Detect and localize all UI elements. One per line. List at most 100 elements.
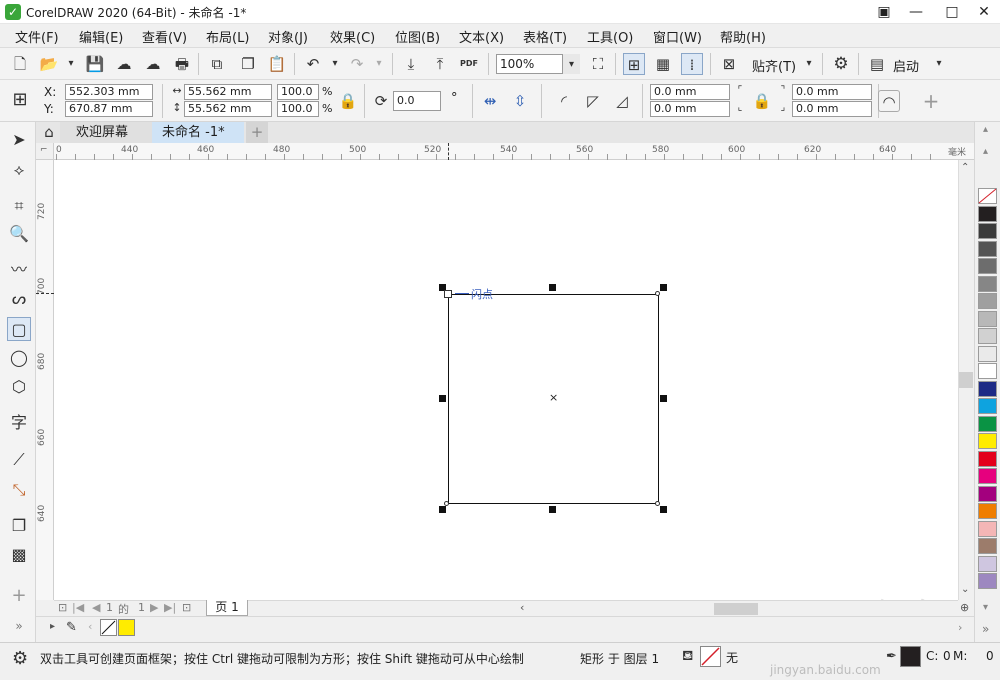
relative-corner-scaling-icon[interactable]: ◠: [878, 90, 900, 112]
palette-swatch[interactable]: [978, 345, 997, 362]
show-grid-icon[interactable]: ▦: [652, 53, 674, 75]
publish-pdf-icon[interactable]: PDF: [458, 53, 480, 75]
add-property-icon[interactable]: +: [920, 90, 942, 112]
menu-object[interactable]: 对象(J): [268, 27, 308, 46]
menu-file[interactable]: 文件(F): [15, 27, 59, 46]
corner-node-br[interactable]: [655, 501, 660, 506]
cloud-share-icon[interactable]: ☁: [142, 53, 164, 75]
selection-handle-t[interactable]: [549, 284, 556, 291]
menu-view[interactable]: 查看(V): [142, 27, 187, 46]
scroll-down-icon[interactable]: ⌄: [961, 584, 969, 595]
y-position-field[interactable]: 670.87 mm: [65, 101, 153, 117]
menu-bitmaps[interactable]: 位图(B): [395, 27, 440, 46]
show-guidelines-icon[interactable]: ⁞: [681, 53, 703, 75]
add-page-icon[interactable]: ⊡: [182, 601, 191, 614]
minimize-button[interactable]: —: [900, 0, 932, 24]
polygon-tool-icon[interactable]: ⬡: [7, 375, 31, 399]
vertical-scrollbar[interactable]: ⌃ ⌄: [958, 160, 974, 600]
no-color-swatch[interactable]: [100, 619, 117, 636]
full-screen-icon[interactable]: ⛶: [587, 53, 609, 75]
pick-tool-icon[interactable]: ➤: [7, 128, 31, 152]
launch-dropdown-chevron-icon[interactable]: ▾: [928, 53, 950, 75]
scale-width-field[interactable]: 100.0: [277, 84, 319, 100]
h-scroll-left-icon[interactable]: ‹: [520, 601, 524, 614]
print-icon[interactable]: 🖶: [171, 53, 193, 75]
palette-swatch[interactable]: [978, 450, 997, 467]
fill-none-swatch[interactable]: [700, 646, 721, 667]
vertical-scroll-thumb[interactable]: [959, 372, 973, 388]
snap-to-label[interactable]: 贴齐(T): [752, 56, 796, 75]
redo-dropdown-chevron-icon[interactable]: ▾: [368, 53, 390, 75]
menu-layout[interactable]: 布局(L): [206, 27, 249, 46]
menu-tools[interactable]: 工具(O): [587, 27, 633, 46]
undo-icon[interactable]: ↶: [302, 53, 324, 75]
undo-dropdown-chevron-icon[interactable]: ▾: [324, 53, 346, 75]
crop-tool-icon[interactable]: ⌗: [7, 194, 31, 218]
ellipse-tool-icon[interactable]: ◯: [7, 346, 31, 370]
expand-toolbox-icon[interactable]: »: [7, 614, 31, 638]
page-next-arrow-icon[interactable]: ▶: [150, 601, 158, 614]
palette-swatch[interactable]: [978, 363, 997, 379]
page-last-icon[interactable]: ▶|: [164, 601, 176, 614]
doc-palette-right-icon[interactable]: ›: [958, 621, 962, 634]
object-origin-icon[interactable]: ⊞: [9, 89, 31, 111]
palette-swatch[interactable]: [978, 573, 997, 589]
selection-handle-r[interactable]: [660, 395, 667, 402]
open-dropdown-chevron-icon[interactable]: ▾: [60, 53, 82, 75]
shape-tool-icon[interactable]: ⟡: [7, 158, 31, 182]
page-prev-arrow-icon[interactable]: ◀: [92, 601, 100, 614]
selection-handle-br[interactable]: [660, 506, 667, 513]
ruler-origin[interactable]: ⌐: [36, 143, 54, 160]
outline-pen-icon[interactable]: ✒: [886, 649, 897, 664]
palette-swatch[interactable]: [978, 223, 997, 239]
palette-swatch[interactable]: [978, 275, 997, 292]
horizontal-ruler[interactable]: 0 440 460 480 500 520 540 560 580 600 62…: [54, 143, 974, 160]
scalloped-corner-icon[interactable]: ◸: [582, 90, 604, 112]
palette-swatch[interactable]: [978, 310, 997, 327]
menu-table[interactable]: 表格(T): [523, 27, 567, 46]
account-icon[interactable]: ▣: [868, 0, 900, 24]
connector-tool-icon[interactable]: ⤡: [7, 478, 31, 502]
scale-height-field[interactable]: 100.0: [277, 101, 319, 117]
import-icon[interactable]: ⤓: [400, 53, 422, 75]
maximize-button[interactable]: □: [936, 0, 968, 24]
transparency-tool-icon[interactable]: ▩: [7, 543, 31, 567]
palette-swatch[interactable]: [978, 258, 997, 274]
palette-swatch[interactable]: [978, 468, 997, 484]
options-gear-icon[interactable]: ⚙: [830, 53, 852, 75]
doc-palette-arrow-icon[interactable]: ▸: [50, 621, 55, 632]
yellow-swatch[interactable]: [118, 619, 135, 636]
cloud-upload-icon[interactable]: ☁: [113, 53, 135, 75]
palette-swatch[interactable]: [978, 520, 997, 537]
page-tab-1[interactable]: 页 1: [206, 600, 248, 616]
paste-icon[interactable]: 📋: [266, 53, 288, 75]
palette-swatch[interactable]: [978, 398, 997, 414]
scroll-up-icon[interactable]: ⌃: [961, 162, 969, 173]
launch-label[interactable]: 启动: [893, 56, 919, 75]
node-marker-icon[interactable]: [444, 290, 452, 298]
close-button[interactable]: ✕: [968, 0, 1000, 24]
menu-edit[interactable]: 编辑(E): [79, 27, 123, 46]
snap-dropdown-chevron-icon[interactable]: ▾: [798, 53, 820, 75]
palette-swatch[interactable]: [978, 433, 997, 449]
rectangle-tool-icon[interactable]: ▢: [7, 317, 31, 341]
export-icon[interactable]: ⤒: [429, 53, 451, 75]
corner-node-bl[interactable]: [444, 501, 449, 506]
palette-swatch[interactable]: [978, 415, 997, 432]
height-field[interactable]: 55.562 mm: [184, 101, 272, 117]
launch-app-icon[interactable]: ▤: [866, 53, 888, 75]
lock-ratio-icon[interactable]: 🔒: [337, 90, 359, 112]
palette-swatch[interactable]: [978, 205, 997, 222]
zoom-tool-icon[interactable]: 🔍: [7, 222, 31, 246]
show-rulers-icon[interactable]: ⊞: [623, 53, 645, 75]
zoom-navigator-icon[interactable]: ⊕: [960, 601, 969, 614]
menu-help[interactable]: 帮助(H): [720, 27, 766, 46]
palette-swatch[interactable]: [978, 538, 997, 554]
corner-lock-icon[interactable]: 🔒: [751, 90, 773, 112]
save-icon[interactable]: 💾: [84, 53, 106, 75]
cut-icon[interactable]: ⧉: [206, 53, 228, 75]
selection-handle-tr[interactable]: [660, 284, 667, 291]
freehand-tool-icon[interactable]: 〰: [7, 258, 31, 282]
open-folder-icon[interactable]: 📂: [38, 53, 60, 75]
palette-swatch[interactable]: [978, 240, 997, 257]
